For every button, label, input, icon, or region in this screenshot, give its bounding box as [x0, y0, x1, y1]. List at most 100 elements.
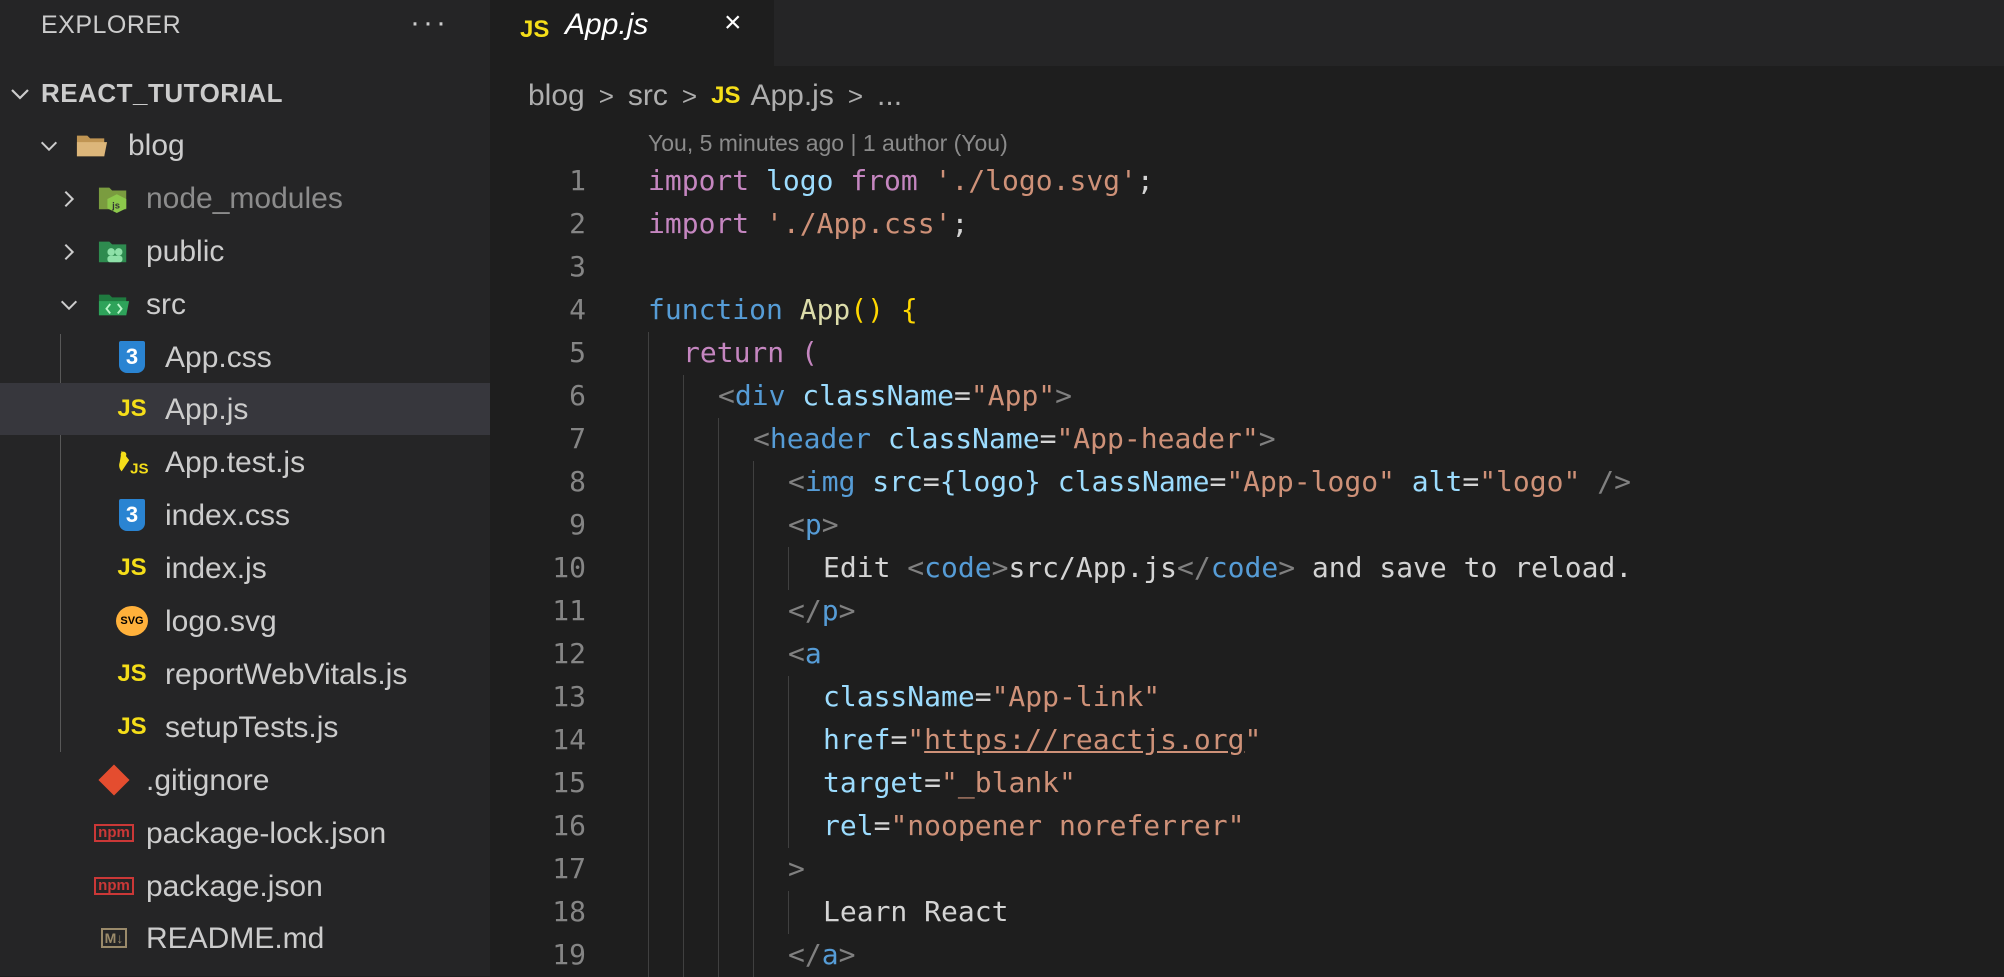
- tree-item-public[interactable]: public: [0, 225, 490, 277]
- breadcrumb-more[interactable]: ...: [877, 79, 902, 113]
- code-text: Edit <code>src/App.js</code> and save to…: [823, 551, 1633, 584]
- line-number: 8: [569, 465, 586, 498]
- explorer-sidebar: EXPLORER ··· REACT_TUTORIAL blog js node…: [0, 0, 490, 976]
- code-line: 14 href="https://reactjs.org": [490, 719, 2004, 762]
- editor-pane: JS App.js × blog > src > JS App.js > ...…: [490, 0, 2004, 977]
- code-text: >: [788, 852, 805, 885]
- css-file-icon: 3: [116, 341, 148, 373]
- line-number: 14: [552, 723, 586, 756]
- tree-item-label: blog: [128, 129, 185, 162]
- code-line: 6 <div className="App">: [490, 375, 2004, 418]
- tab-app-js[interactable]: JS App.js ×: [490, 0, 774, 66]
- code-text: <header className="App-header">: [753, 422, 1276, 455]
- tree-item-report-web-vitals-js[interactable]: JS reportWebVitals.js: [0, 648, 490, 700]
- tree-item-gitignore[interactable]: .gitignore: [0, 754, 490, 806]
- indent-guide: [753, 676, 754, 719]
- code-line: 11 </p>: [490, 590, 2004, 633]
- tree-item-label: README.md: [146, 922, 325, 955]
- tree-item-logo-svg[interactable]: SVG logo.svg: [0, 595, 490, 647]
- indent-guide: [753, 547, 754, 590]
- line-number: 19: [552, 938, 586, 971]
- tree-item-app-test-js[interactable]: JS App.test.js: [0, 436, 490, 488]
- tab-strip: JS App.js ×: [490, 0, 2004, 66]
- indent-guide: [648, 332, 649, 375]
- chevron-down-icon: [11, 89, 29, 100]
- code-line: 16 rel="noopener noreferrer": [490, 805, 2004, 848]
- svg-text:JS: JS: [130, 460, 148, 477]
- indent-guide: [683, 418, 684, 461]
- indent-guide: [648, 805, 649, 848]
- code-text: function App() {: [648, 293, 918, 326]
- indent-guide: [718, 590, 719, 633]
- code-text: import logo from './logo.svg';: [648, 164, 1154, 197]
- code-line: 8 <img src={logo} className="App-logo" a…: [490, 461, 2004, 504]
- url-link[interactable]: https://reactjs.org: [924, 723, 1244, 756]
- line-number: 7: [569, 422, 586, 455]
- code-text: </a>: [788, 938, 856, 971]
- code-text: target="_blank": [823, 766, 1076, 799]
- code-line: 4 function App() {: [490, 289, 2004, 332]
- tree-item-label: App.test.js: [165, 446, 306, 479]
- git-blame-codelens[interactable]: You, 5 minutes ago | 1 author (You): [648, 130, 1008, 157]
- public-folder-icon: [98, 235, 130, 267]
- tree-item-label: .gitignore: [146, 764, 270, 797]
- tree-item-index-js[interactable]: JS index.js: [0, 542, 490, 594]
- tree-item-setup-tests-js[interactable]: JS setupTests.js: [0, 701, 490, 753]
- js-file-icon: JS: [117, 713, 147, 740]
- chevron-down-icon: [40, 141, 58, 152]
- breadcrumb-separator: >: [847, 80, 864, 111]
- tree-item-label: package-lock.json: [146, 817, 387, 850]
- indent-guide: [753, 633, 754, 676]
- tree-item-src[interactable]: src: [0, 278, 490, 330]
- indent-guide: [648, 461, 649, 504]
- indent-guide: [648, 676, 649, 719]
- close-icon[interactable]: ×: [724, 6, 742, 40]
- tree-item-app-js[interactable]: JS App.js: [0, 383, 490, 435]
- line-number: 9: [569, 508, 586, 541]
- tree-item-label: logo.svg: [165, 605, 277, 638]
- indent-guide: [683, 891, 684, 934]
- code-text: import './App.css';: [648, 207, 969, 240]
- chevron-down-icon: [60, 300, 78, 311]
- tree-item-index-css[interactable]: 3 index.css: [0, 489, 490, 541]
- indent-guide: [683, 934, 684, 977]
- tree-item-node-modules[interactable]: js node_modules: [0, 172, 490, 224]
- indent-guide: [683, 762, 684, 805]
- code-text: rel="noopener noreferrer": [823, 809, 1245, 842]
- explorer-title: EXPLORER: [41, 11, 182, 39]
- tree-item-package-lock-json[interactable]: npm package-lock.json: [0, 807, 490, 859]
- indent-guide: [718, 461, 719, 504]
- folder-root-react-tutorial[interactable]: REACT_TUTORIAL: [0, 72, 490, 116]
- folder-open-icon: [76, 129, 108, 161]
- root-folder-label: REACT_TUTORIAL: [41, 78, 283, 108]
- code-text: className="App-link": [823, 680, 1161, 713]
- breadcrumb-app-js[interactable]: App.js: [750, 79, 833, 113]
- indent-guide: [718, 848, 719, 891]
- indent-guide: [718, 719, 719, 762]
- indent-guide: [788, 719, 789, 762]
- js-file-icon: JS: [117, 554, 147, 581]
- more-actions-icon[interactable]: ···: [410, 6, 449, 40]
- indent-guide: [648, 547, 649, 590]
- tree-item-label: src: [146, 288, 186, 321]
- indent-guide: [753, 805, 754, 848]
- indent-guide: [683, 590, 684, 633]
- indent-guide: [648, 891, 649, 934]
- indent-guide: [718, 547, 719, 590]
- breadcrumb-blog[interactable]: blog: [528, 79, 585, 113]
- tree-item-label: public: [146, 235, 225, 268]
- tree-item-readme-md[interactable]: M↓ README.md: [0, 912, 490, 964]
- code-line: 2 import './App.css';: [490, 203, 2004, 246]
- indent-guide: [683, 805, 684, 848]
- tree-item-blog[interactable]: blog: [0, 119, 490, 171]
- indent-guide: [718, 891, 719, 934]
- code-line: 10 Edit <code>src/App.js</code> and save…: [490, 547, 2004, 590]
- tree-item-app-css[interactable]: 3 App.css: [0, 331, 490, 383]
- breadcrumb-src[interactable]: src: [628, 79, 668, 113]
- indent-guide: [648, 934, 649, 977]
- tree-item-label: node_modules: [146, 182, 343, 215]
- tab-label: App.js: [565, 8, 649, 41]
- code-line: 13 className="App-link": [490, 676, 2004, 719]
- tree-item-package-json[interactable]: npm package.json: [0, 860, 490, 912]
- indent-guide: [718, 418, 719, 461]
